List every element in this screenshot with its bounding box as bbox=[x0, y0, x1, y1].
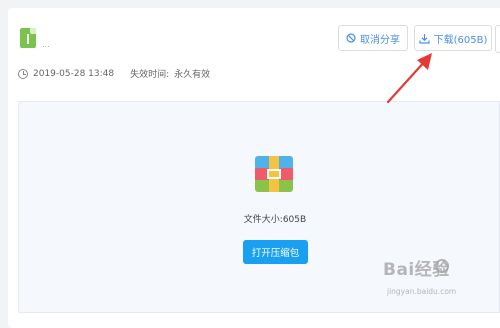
baidu-jingyan-watermark: Bai经验 jingyan.baidu.com bbox=[383, 255, 493, 301]
cancel-share-label: 取消分享 bbox=[360, 34, 400, 46]
file-type-icon bbox=[20, 28, 36, 48]
paw-icon bbox=[435, 259, 449, 273]
annotation-arrow-icon bbox=[386, 53, 432, 104]
open-archive-button[interactable]: 打开压缩包 bbox=[243, 240, 308, 264]
file-size-text: 文件大小:605B bbox=[243, 215, 307, 225]
clock-icon bbox=[18, 68, 28, 79]
file-name: ... bbox=[42, 40, 50, 49]
expiry-label: 失效时间: bbox=[130, 70, 170, 80]
cancel-share-button[interactable]: 取消分享 bbox=[338, 25, 408, 51]
share-date: 2019-05-28 13:48 bbox=[33, 68, 115, 79]
expiry-value: 永久有效 bbox=[174, 70, 211, 80]
ban-icon bbox=[346, 33, 356, 43]
more-button[interactable] bbox=[495, 25, 500, 53]
download-button[interactable]: 下载(605B) bbox=[414, 25, 492, 51]
download-label: 下载(605B) bbox=[433, 34, 488, 46]
download-icon bbox=[419, 33, 430, 44]
archive-icon bbox=[255, 156, 293, 192]
watermark-url: jingyan.baidu.com bbox=[387, 287, 457, 296]
share-meta: 2019-05-28 13:48 失效时间: 永久有效 bbox=[18, 67, 210, 80]
